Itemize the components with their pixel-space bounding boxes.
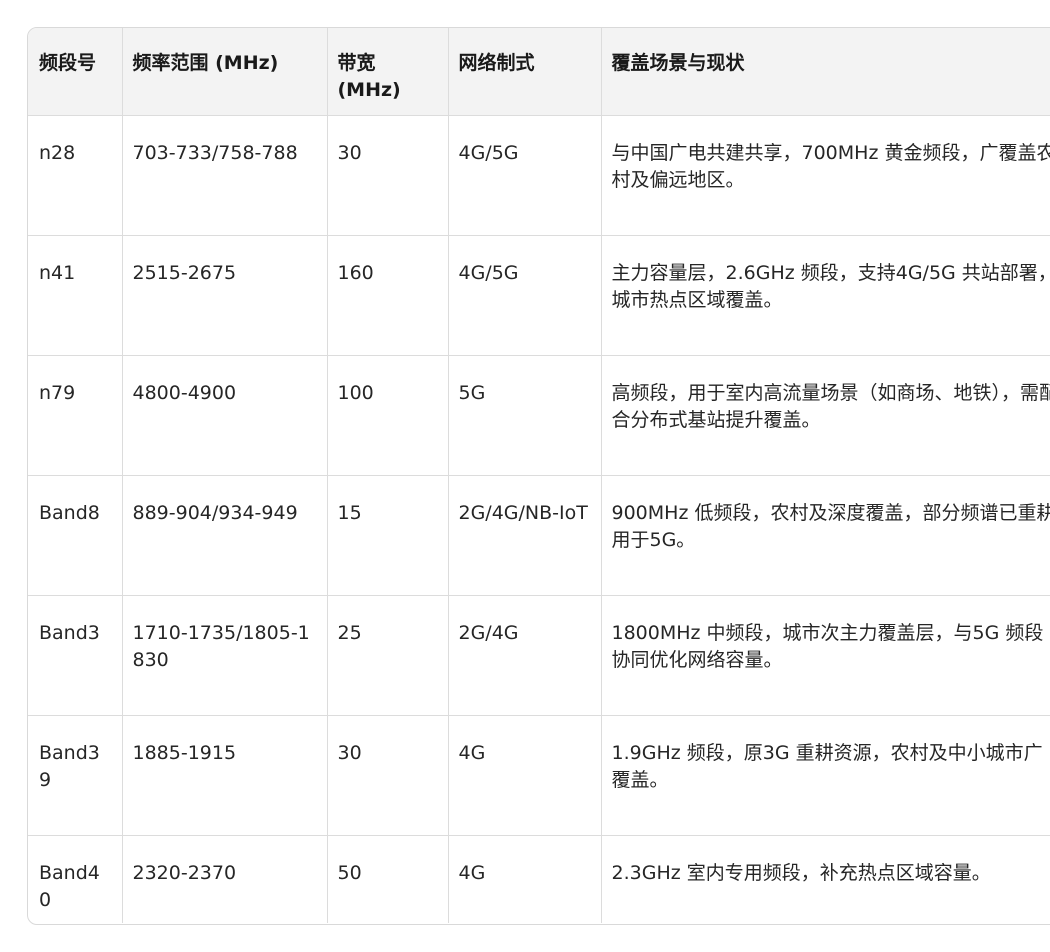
cell-network-standard: 4G bbox=[448, 835, 602, 923]
cell-band-number: n79 bbox=[28, 355, 123, 476]
cell-network-standard: 2G/4G/NB-IoT bbox=[448, 475, 602, 596]
cell-coverage-scenario: 1800MHz 中频段，城市次主力覆盖层，与5G 频段协同优化网络容量。 bbox=[601, 595, 1050, 716]
cell-frequency-range: 2320-2370 bbox=[122, 835, 328, 923]
cell-bandwidth: 50 bbox=[327, 835, 449, 923]
cell-bandwidth: 30 bbox=[327, 115, 449, 236]
header-bandwidth: 带宽 (MHz) bbox=[327, 28, 449, 116]
cell-band-number: Band39 bbox=[28, 715, 123, 836]
cell-coverage-scenario: 高频段，用于室内高流量场景（如商场、地铁），需配合分布式基站提升覆盖。 bbox=[601, 355, 1050, 476]
cell-network-standard: 4G/5G bbox=[448, 115, 602, 236]
cell-frequency-range: 703-733/758-788 bbox=[122, 115, 328, 236]
cell-bandwidth: 160 bbox=[327, 235, 449, 356]
table-row: Band39 1885-1915 30 4G 1.9GHz 频段，原3G 重耕资… bbox=[28, 715, 1050, 836]
cell-frequency-range: 889-904/934-949 bbox=[122, 475, 328, 596]
cell-band-number: Band3 bbox=[28, 595, 123, 716]
cell-coverage-scenario: 与中国广电共建共享，700MHz 黄金频段，广覆盖农村及偏远地区。 bbox=[601, 115, 1050, 236]
cell-coverage-scenario: 1.9GHz 频段，原3G 重耕资源，农村及中小城市广覆盖。 bbox=[601, 715, 1050, 836]
cell-band-number: n41 bbox=[28, 235, 123, 356]
table-row: n28 703-733/758-788 30 4G/5G 与中国广电共建共享，7… bbox=[28, 115, 1050, 236]
cell-band-number: Band8 bbox=[28, 475, 123, 596]
header-network-standard: 网络制式 bbox=[448, 28, 602, 116]
cell-network-standard: 4G bbox=[448, 715, 602, 836]
cell-frequency-range: 4800-4900 bbox=[122, 355, 328, 476]
cell-frequency-range: 2515-2675 bbox=[122, 235, 328, 356]
table-row: n79 4800-4900 100 5G 高频段，用于室内高流量场景（如商场、地… bbox=[28, 355, 1050, 476]
cell-coverage-scenario: 2.3GHz 室内专用频段，补充热点区域容量。 bbox=[611, 861, 991, 884]
table-row: Band8 889-904/934-949 15 2G/4G/NB-IoT 90… bbox=[28, 475, 1050, 596]
cell-bandwidth: 15 bbox=[327, 475, 449, 596]
cell-frequency-range: 1710-1735/1805-1830 bbox=[122, 595, 328, 716]
frequency-band-table: 频段号 频率范围 (MHz) 带宽 (MHz) 网络制式 覆盖场景与现状 n28… bbox=[28, 28, 1050, 923]
band-table-container: 频段号 频率范围 (MHz) 带宽 (MHz) 网络制式 覆盖场景与现状 n28… bbox=[27, 27, 1050, 925]
cell-network-standard: 4G/5G bbox=[448, 235, 602, 356]
cell-band-number: Band40 bbox=[28, 835, 123, 923]
header-coverage-scenario: 覆盖场景与现状 bbox=[601, 28, 1050, 116]
header-frequency-range: 频率范围 (MHz) bbox=[122, 28, 328, 116]
cell-band-number: n28 bbox=[28, 115, 123, 236]
cell-bandwidth: 100 bbox=[327, 355, 449, 476]
cell-frequency-range: 1885-1915 bbox=[122, 715, 328, 836]
cell-bandwidth: 25 bbox=[327, 595, 449, 716]
cell-coverage-scenario: 主力容量层，2.6GHz 频段，支持4G/5G 共站部署，城市热点区域覆盖。 bbox=[601, 235, 1050, 356]
cell-bandwidth: 30 bbox=[327, 715, 449, 836]
cell-coverage-scenario: 900MHz 低频段，农村及深度覆盖，部分频谱已重耕用于5G。 bbox=[601, 475, 1050, 596]
table-header-row: 频段号 频率范围 (MHz) 带宽 (MHz) 网络制式 覆盖场景与现状 bbox=[28, 28, 1050, 116]
table-row: Band3 1710-1735/1805-1830 25 2G/4G 1800M… bbox=[28, 595, 1050, 716]
header-band-number: 频段号 bbox=[28, 28, 123, 116]
cell-network-standard: 5G bbox=[448, 355, 602, 476]
table-row: Band40 2320-2370 50 4G 2.3GHz 室内专用频段，补充热… bbox=[28, 835, 1050, 923]
table-row: n41 2515-2675 160 4G/5G 主力容量层，2.6GHz 频段，… bbox=[28, 235, 1050, 356]
cell-network-standard: 2G/4G bbox=[448, 595, 602, 716]
